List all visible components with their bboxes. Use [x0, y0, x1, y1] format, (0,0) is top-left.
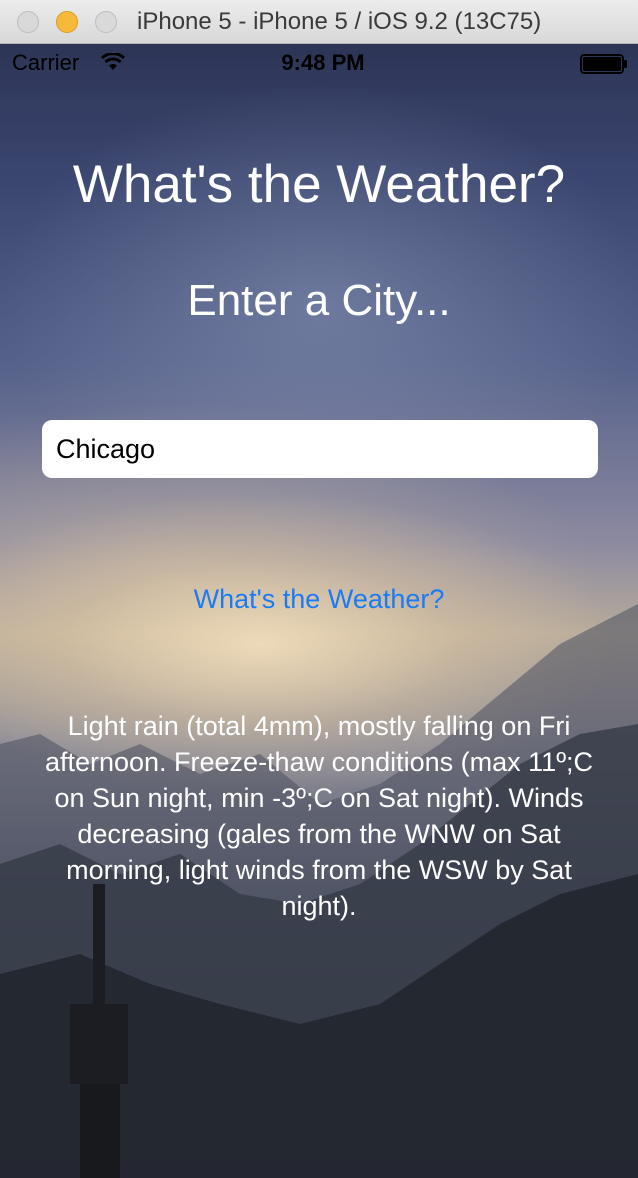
status-time: 9:48 PM: [281, 50, 365, 75]
battery-icon: [580, 54, 627, 74]
minimize-window-button[interactable]: [56, 11, 78, 33]
simulator-window: iPhone 5 - iPhone 5 / iOS 9.2 (13C75) Ca…: [0, 0, 638, 1178]
window-title: iPhone 5 - iPhone 5 / iOS 9.2 (13C75): [137, 8, 542, 35]
city-input[interactable]: [42, 420, 598, 478]
phone-screen: Carrier 9:48 PM What's the Weather? Ente…: [0, 44, 638, 1178]
enter-city-label: Enter a City...: [187, 276, 451, 325]
window-title-bar: iPhone 5 - iPhone 5 / iOS 9.2 (13C75): [0, 0, 638, 44]
whats-the-weather-button[interactable]: What's the Weather?: [0, 584, 638, 615]
app-title: What's the Weather?: [72, 155, 566, 214]
zoom-window-button[interactable]: [95, 11, 117, 33]
close-window-button[interactable]: [17, 11, 39, 33]
forecast-text: Light rain (total 4mm), mostly falling o…: [44, 711, 594, 921]
